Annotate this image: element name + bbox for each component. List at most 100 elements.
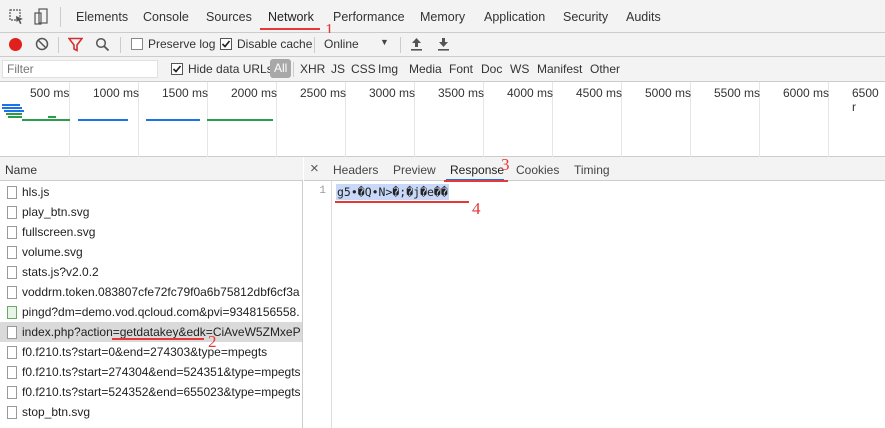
request-row[interactable]: stop_btn.svg [0, 402, 302, 422]
file-icon [7, 186, 17, 199]
tick-label: 6000 ms [783, 86, 830, 100]
request-name: pingd?dm=demo.vod.qcloud.com&pvi=9348156… [22, 305, 300, 319]
request-name: index.php?action=getdatakey&edk=CiAveW5Z… [22, 325, 300, 339]
tab-audits[interactable]: Audits [626, 10, 661, 24]
annotation-4-label: 4 [472, 199, 481, 218]
tick-label: 5000 ms [645, 86, 692, 100]
request-list-header: Name [0, 157, 303, 181]
tick-label: 5500 ms [714, 86, 761, 100]
waterfall-bar [48, 116, 56, 118]
waterfall-bar [4, 110, 24, 112]
type-filter-media[interactable]: Media [409, 62, 442, 76]
file-icon [7, 226, 17, 239]
file-icon [7, 386, 17, 399]
tick-label: 4500 ms [576, 86, 623, 100]
response-body-text[interactable]: g5•�Q•N>�;�j�e�� [336, 184, 449, 200]
close-icon[interactable]: × [310, 160, 319, 177]
type-filter-all[interactable]: All [270, 59, 292, 78]
waterfall-bar [2, 107, 22, 109]
tab-console[interactable]: Console [143, 10, 189, 24]
request-name: play_btn.svg [22, 205, 90, 219]
waterfall-bar [207, 119, 273, 121]
annotation-2-label: 2 [208, 332, 217, 351]
type-filter-js[interactable]: JS [331, 62, 345, 76]
request-row[interactable]: fullscreen.svg [0, 222, 302, 242]
tab-preview[interactable]: Preview [393, 163, 436, 177]
file-icon [7, 266, 17, 279]
tick-label: 3500 ms [438, 86, 485, 100]
tick-label: 1000 ms [93, 86, 140, 100]
request-row[interactable]: play_btn.svg [0, 202, 302, 222]
tab-application[interactable]: Application [484, 10, 545, 24]
waterfall-bar [6, 113, 22, 115]
export-har-icon[interactable] [437, 37, 450, 51]
tab-cookies[interactable]: Cookies [516, 163, 559, 177]
annotation-3-underline [444, 180, 508, 182]
tab-performance[interactable]: Performance [333, 10, 405, 24]
tab-timing[interactable]: Timing [574, 163, 610, 177]
type-filter-other[interactable]: Other [590, 62, 620, 76]
file-icon [7, 286, 17, 299]
hide-data-urls-label: Hide data URLs [188, 62, 273, 76]
request-row[interactable]: hls.js [0, 182, 302, 202]
chevron-down-icon[interactable]: ▼ [380, 37, 389, 47]
search-icon[interactable] [95, 37, 110, 52]
type-filter-doc[interactable]: Doc [481, 62, 502, 76]
request-row[interactable]: pingd?dm=demo.vod.qcloud.com&pvi=9348156… [0, 302, 302, 322]
tick-label: 6500 r [852, 86, 879, 114]
type-filter-xhr[interactable]: XHR [300, 62, 325, 76]
filter-input[interactable] [2, 60, 158, 78]
waterfall-bar [8, 116, 22, 118]
name-column-header[interactable]: Name [5, 163, 37, 177]
type-filter-ws[interactable]: WS [510, 62, 529, 76]
hide-data-urls-checkbox[interactable] [171, 63, 183, 75]
line-number: 1 [319, 185, 326, 197]
file-icon [7, 246, 17, 259]
filter-icon[interactable] [67, 37, 84, 52]
tick-label: 1500 ms [162, 86, 209, 100]
import-har-icon[interactable] [410, 37, 423, 51]
request-row[interactable]: volume.svg [0, 242, 302, 262]
request-name: f0.f210.ts?start=0&end=274303&type=mpegt… [22, 345, 268, 359]
record-icon[interactable] [9, 38, 22, 51]
waterfall-bar [146, 119, 200, 121]
network-overview-timeline[interactable]: 500 ms 1000 ms 1500 ms 2000 ms 2500 ms 3… [0, 82, 885, 157]
throttle-select[interactable]: Online [324, 37, 359, 51]
type-filter-manifest[interactable]: Manifest [537, 62, 582, 76]
waterfall-bar [78, 119, 128, 121]
line-number-gutter: 1 [304, 181, 332, 428]
waterfall-bar [2, 104, 20, 106]
device-toolbar-icon[interactable] [33, 8, 49, 26]
tab-headers[interactable]: Headers [333, 163, 378, 177]
type-filter-font[interactable]: Font [449, 62, 473, 76]
type-filter-css[interactable]: CSS [351, 62, 376, 76]
disable-cache-label: Disable cache [237, 37, 313, 51]
tick-label: 2000 ms [231, 86, 278, 100]
file-icon [7, 366, 17, 379]
tick-label: 3000 ms [369, 86, 416, 100]
tab-memory[interactable]: Memory [420, 10, 465, 24]
annotation-4-underline [335, 201, 469, 203]
inspect-element-icon[interactable] [9, 9, 25, 25]
tab-security[interactable]: Security [563, 10, 608, 24]
request-row[interactable]: f0.f210.ts?start=0&end=274303&type=mpegt… [0, 342, 302, 362]
request-row[interactable]: voddrm.token.083807cfe72fc79f0a6b75812db… [0, 282, 302, 302]
clear-icon[interactable] [35, 37, 49, 51]
tab-elements[interactable]: Elements [76, 10, 128, 24]
request-row[interactable]: f0.f210.ts?start=524352&end=655023&type=… [0, 382, 302, 402]
detail-tab-bar: × Headers Preview Response Cookies Timin… [304, 157, 885, 181]
preserve-log-checkbox[interactable] [131, 38, 143, 50]
annotation-2-underline [112, 338, 204, 340]
request-name: voddrm.token.083807cfe72fc79f0a6b75812db… [22, 285, 300, 299]
request-row[interactable]: stats.js?v2.0.2 [0, 262, 302, 282]
tab-response[interactable]: Response [450, 163, 504, 177]
tab-sources[interactable]: Sources [206, 10, 252, 24]
request-list: Name hls.js play_btn.svg fullscreen.svg … [0, 157, 303, 428]
disable-cache-checkbox[interactable] [220, 38, 232, 50]
request-name: f0.f210.ts?start=274304&end=524351&type=… [22, 365, 300, 379]
request-detail-pane: × Headers Preview Response Cookies Timin… [304, 157, 885, 428]
tab-network[interactable]: Network [268, 10, 314, 24]
devtools-tab-bar: Elements Console Sources Network Perform… [0, 0, 885, 33]
type-filter-img[interactable]: Img [378, 62, 398, 76]
request-row[interactable]: f0.f210.ts?start=274304&end=524351&type=… [0, 362, 302, 382]
